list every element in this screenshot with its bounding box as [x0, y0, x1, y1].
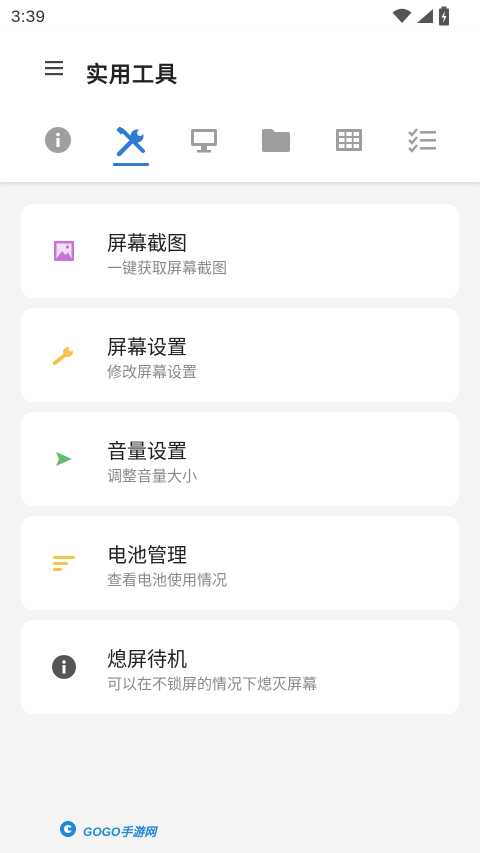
- status-bar: 3:39: [0, 0, 480, 32]
- play-icon: [51, 446, 77, 472]
- card-title: 屏幕设置: [107, 337, 187, 359]
- card-screen-settings[interactable]: 屏幕设置 修改屏幕设置: [21, 308, 459, 402]
- card-subtitle: 修改屏幕设置: [107, 364, 198, 381]
- gogo-logo-icon: [59, 820, 81, 843]
- checklist-icon: [407, 126, 437, 154]
- tab-tools[interactable]: [111, 122, 151, 166]
- watermark-text: GOGO手游网: [83, 825, 157, 839]
- wifi-icon: [392, 8, 412, 24]
- card-volume-settings[interactable]: 音量设置 调整音量大小: [21, 412, 459, 506]
- card-title: 电池管理: [107, 545, 187, 567]
- card-subtitle: 调整音量大小: [107, 468, 198, 485]
- image-icon: [51, 238, 77, 264]
- card-battery[interactable]: 电池管理 查看电池使用情况: [21, 516, 459, 610]
- info-icon: [44, 126, 72, 154]
- tab-checklist[interactable]: [402, 122, 442, 166]
- tab-info[interactable]: [38, 122, 78, 166]
- card-title: 音量设置: [107, 441, 187, 463]
- card-subtitle: 一键获取屏幕截图: [107, 260, 228, 277]
- tab-monitor[interactable]: [184, 122, 224, 166]
- watermark: GOGO手游网: [59, 820, 156, 843]
- page-title: 实用工具: [86, 62, 179, 87]
- grid-icon: [335, 126, 363, 154]
- menu-button[interactable]: [38, 54, 70, 86]
- folder-icon: [261, 126, 291, 154]
- wrench-icon: [51, 342, 77, 368]
- card-screen-off[interactable]: 熄屏待机 可以在不锁屏的情况下熄灭屏幕: [21, 620, 459, 714]
- card-subtitle: 可以在不锁屏的情况下熄灭屏幕: [107, 676, 318, 693]
- card-title: 熄屏待机: [107, 649, 187, 671]
- card-subtitle: 查看电池使用情况: [107, 572, 228, 589]
- battery-charging-icon: [438, 6, 450, 26]
- active-tab-indicator: [113, 163, 149, 166]
- card-title: 屏幕截图: [107, 233, 187, 255]
- tools-icon: [115, 126, 147, 158]
- menu-icon: [45, 60, 63, 81]
- status-icons: [392, 6, 450, 26]
- tab-grid[interactable]: [329, 122, 369, 166]
- monitor-icon: [190, 126, 218, 154]
- tab-folder[interactable]: [256, 122, 296, 166]
- info-circle-icon: [51, 654, 77, 680]
- tab-bar: [21, 122, 459, 168]
- tool-list: 屏幕截图 一键获取屏幕截图 屏幕设置 修改屏幕设置 音量设置 调整音量大小 电池…: [21, 204, 459, 724]
- signal-icon: [416, 8, 434, 24]
- sort-icon: [51, 550, 77, 576]
- app-header: 实用工具: [0, 32, 480, 182]
- status-time: 3:39: [11, 7, 46, 26]
- card-screenshot[interactable]: 屏幕截图 一键获取屏幕截图: [21, 204, 459, 298]
